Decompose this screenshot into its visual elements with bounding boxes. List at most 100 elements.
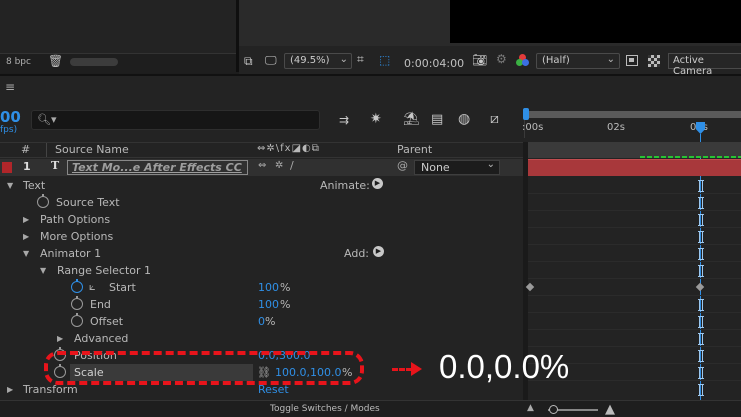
monitor-icon[interactable]: 🖵︎ [265,53,277,68]
toggle-transparency-icon[interactable] [648,55,660,67]
ibeam-marker [698,180,704,192]
layer-duration-bar[interactable] [528,159,741,176]
expand-triangle-icon[interactable]: ▼ [23,245,29,262]
col-parent[interactable]: Parent [397,143,432,156]
layer-name: Text Mo...e After Effects CC [72,161,242,174]
camera-icon[interactable]: 📷︎ [472,53,487,67]
ibeam-marker [698,384,704,396]
expand-triangle-icon[interactable]: ▶ [57,330,63,347]
trash-icon[interactable]: 🗑︎ [48,54,63,68]
frame-blending-icon[interactable]: ▤ [431,112,443,127]
layer-label-color[interactable] [2,162,12,173]
zoom-dropdown[interactable]: (49.5%) ⌄ [284,53,352,69]
color-channels-icon[interactable] [516,54,530,68]
zoom-in-icon[interactable]: ▲ [605,402,615,417]
collapse-switch-icon[interactable]: ⇔ [258,160,266,171]
draft-3d-icon[interactable]: ⇉ [339,113,349,127]
comp-frame [450,0,741,43]
shy-layers-icon[interactable]: ⛱︎ [403,112,420,127]
start-value[interactable]: 100 [258,279,279,296]
prop-row-source-text: Source Text [0,194,523,211]
resolution-value: (Half) [542,55,570,66]
transparency-grid-icon[interactable]: ⬚ [379,53,390,67]
prop-row-text: ▼ Text Animate: ▶ [0,177,523,194]
ibeam-marker [698,333,704,345]
add-label: Add: [344,247,370,260]
zoom-out-icon[interactable]: ▲ [527,403,534,413]
bpc-label[interactable]: 8 bpc [6,57,31,67]
graph-icon[interactable]: ⟀ [89,278,96,295]
track-row [528,177,741,194]
ibeam-marker [698,265,704,277]
ibeam-marker [698,214,704,226]
annotation-arrow-head [411,362,422,376]
show-channel-icon[interactable]: ⚙ [496,52,507,66]
motion-blur-icon[interactable]: ◍ [458,111,470,127]
track-row [528,245,741,262]
track-row [528,211,741,228]
animate-play-icon[interactable]: ▶ [372,178,383,189]
prop-row-range-selector: ▼ Range Selector 1 [0,262,523,279]
region-of-interest-icon[interactable]: ⌗ [357,52,364,67]
graph-editor-icon[interactable]: ⧄ [490,111,499,127]
source-text-label: Source Text [56,196,120,209]
annotation-value: 0.0,0.0% [439,348,570,385]
ibeam-marker [698,248,704,260]
parent-dropdown[interactable]: None ⌄ [414,159,500,175]
zoom-slider-thumb[interactable] [549,405,558,414]
stopwatch-icon[interactable] [71,279,83,293]
ruler-tick-0: :00s [522,122,544,133]
add-play-icon[interactable]: ▶ [373,246,384,257]
parent-value: None [421,161,450,174]
col-source-name[interactable]: Source Name [55,143,129,156]
comp-fps-fragment: fps) [0,125,18,135]
layer-name-box[interactable]: Text Mo...e After Effects CC [67,160,248,175]
comp-time-fragment[interactable]: 00 [0,108,21,126]
toggle-switches-modes[interactable]: Toggle Switches / Modes [270,404,380,414]
layer-number: 1 [23,160,31,173]
prop-row-more-options: ▶ More Options [0,228,523,245]
camera-dropdown[interactable]: Active Camera [668,53,741,77]
slash-switch-icon[interactable]: / [290,159,294,172]
col-divider [46,143,47,157]
track-row [528,194,741,211]
expand-triangle-icon[interactable]: ▶ [23,228,29,245]
stopwatch-icon[interactable] [71,296,83,310]
timecode-display[interactable]: 0:00:04:00 [404,57,464,70]
work-area-start-marker[interactable] [523,108,529,120]
expand-triangle-icon[interactable]: ▼ [40,262,46,279]
comp-marker-icon[interactable]: ✷ [370,111,382,127]
fast-preview-icon[interactable] [626,55,638,66]
prop-text-label: Text [23,179,46,192]
track-row [528,228,741,245]
animator-label: Animator 1 [40,247,102,260]
snapshot-layout-icon[interactable]: ⧉ [244,54,253,69]
expand-triangle-icon[interactable]: ▼ [7,177,13,194]
stopwatch-icon[interactable] [71,313,83,327]
end-unit: % [280,298,291,311]
expand-triangle-icon[interactable]: ▶ [23,211,29,228]
prop-row-advanced: ▶ Advanced [0,330,523,347]
project-scrollbar[interactable] [70,58,118,66]
ibeam-marker [698,197,704,209]
panel-menu-icon[interactable]: ≡ [5,80,15,94]
ibeam-marker [698,350,704,362]
expand-triangle-icon[interactable]: ▶ [7,381,13,398]
chevron-down-icon: ⌄ [486,159,495,170]
end-value[interactable]: 100 [258,296,279,313]
prop-row-animator: ▼ Animator 1 Add: ▶ [0,245,523,262]
offset-value[interactable]: 0 [258,313,265,330]
prop-row-offset: Offset 0 % [0,313,523,330]
chevron-down-icon: ⌄ [606,54,615,65]
stopwatch-icon[interactable] [37,194,49,208]
pickwhip-icon[interactable]: @ [397,159,408,172]
col-hash: # [21,143,31,156]
work-area-bar[interactable] [527,111,741,118]
layer-search-input[interactable]: 🔍︎▾ [31,110,320,130]
ruler-tick-2: 02s [607,122,625,133]
resolution-dropdown[interactable]: (Half) ⌄ [536,53,620,69]
text-layer-icon: T [51,159,60,172]
chevron-down-icon: ⌄ [339,54,348,65]
quality-switch-icon[interactable]: ✲ [275,160,283,171]
prop-row-start: ⟀ Start 100 % [0,279,523,296]
